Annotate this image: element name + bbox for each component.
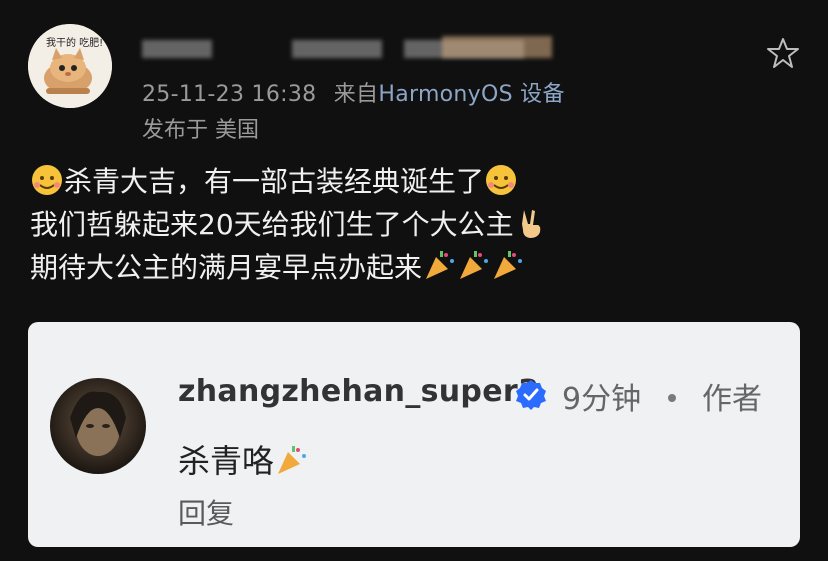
star-icon[interactable] xyxy=(766,36,800,70)
post-location: 发布于 美国 xyxy=(142,118,259,143)
post-source-prefix: 来自 xyxy=(333,82,379,107)
victory-hand-icon xyxy=(521,210,540,238)
comment-time: 9分钟 xyxy=(562,382,642,417)
cheer-face-icon xyxy=(486,165,517,195)
post-line-1-text: 杀青大吉，有一部古装经典诞生了 xyxy=(64,165,485,198)
separator-dot xyxy=(668,394,676,402)
party-popper-icon xyxy=(278,446,307,474)
portrait-photo xyxy=(70,391,126,456)
post-line-3: 期待大公主的满月宴早点办起来 xyxy=(30,246,548,289)
comment-card: zhangzhehan_super3 9分钟 作者 杀青咯 回复 xyxy=(28,322,800,547)
comment-text: 杀青咯 xyxy=(178,436,308,482)
commenter-avatar[interactable] xyxy=(50,378,146,474)
verified-badge-icon xyxy=(516,380,546,410)
party-popper-icon xyxy=(460,251,489,279)
reply-button[interactable]: 回复 xyxy=(178,492,234,532)
author-avatar[interactable]: 我干的 吃肥! xyxy=(28,24,112,108)
post-line-2: 我们哲躲起来20天给我们生了个大公主 xyxy=(30,203,548,246)
post-source[interactable]: HarmonyOS 设备 xyxy=(378,82,564,107)
party-popper-icon xyxy=(426,251,455,279)
post-line-3-text: 期待大公主的满月宴早点办起来 xyxy=(30,251,423,284)
post-time: 25-11-23 16:38 xyxy=(142,82,317,107)
post-meta: 25-11-23 16:38 来自HarmonyOS 设备 xyxy=(142,76,565,108)
avatar-text: 我干的 吃肥! xyxy=(46,38,104,49)
post-content: 杀青大吉，有一部古装经典诞生了 我们哲躲起来20天给我们生了个大公主 期待大公主… xyxy=(30,160,548,289)
author-tag: 作者 xyxy=(702,382,762,417)
post-line-1: 杀青大吉，有一部古装经典诞生了 xyxy=(30,160,548,203)
comment-text-body: 杀青咯 xyxy=(178,442,275,480)
cheer-face-icon xyxy=(32,165,62,195)
post-line-2-text: 我们哲躲起来20天给我们生了个大公主 xyxy=(30,208,514,241)
commenter-username[interactable]: zhangzhehan_super3 xyxy=(178,374,539,409)
party-popper-icon xyxy=(494,251,523,279)
